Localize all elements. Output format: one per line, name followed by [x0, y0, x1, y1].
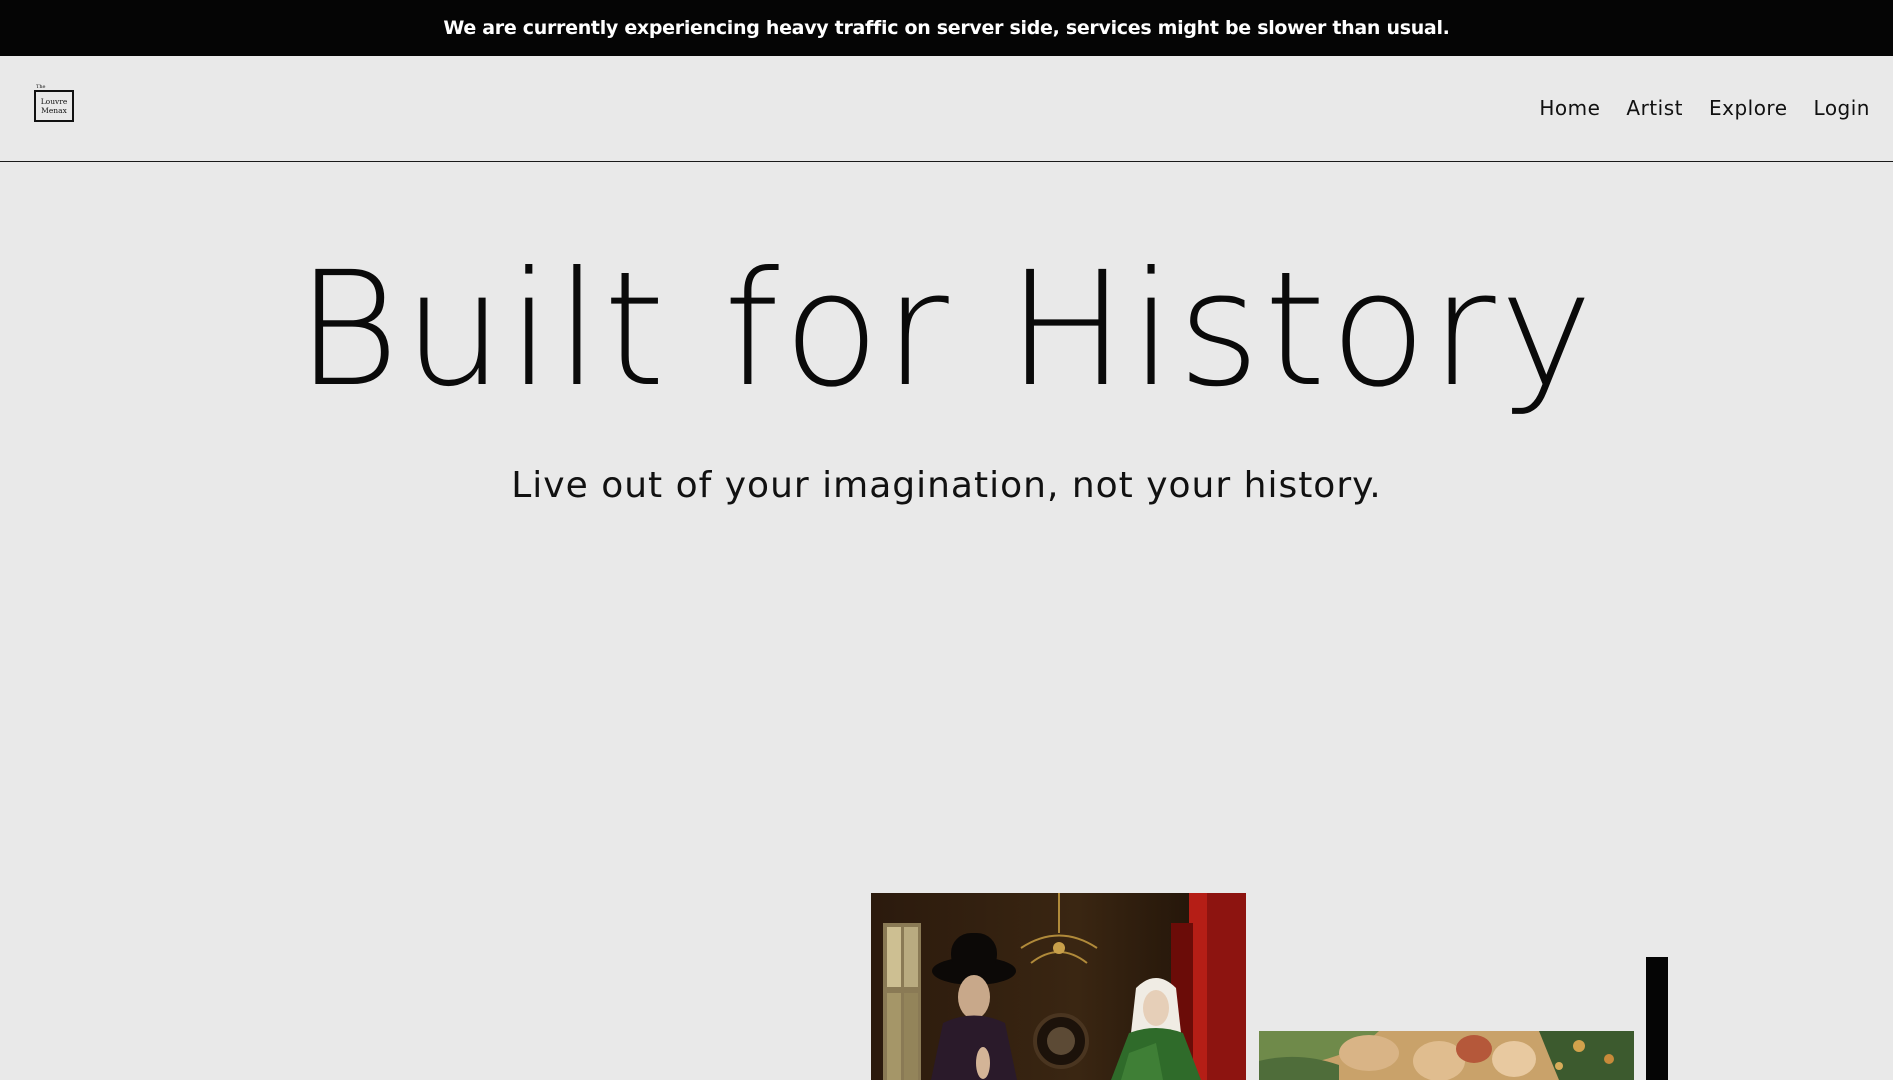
site-logo[interactable]: The Louvre Menax	[34, 84, 74, 124]
landscape-painting-image	[1259, 1031, 1634, 1080]
gallery-black-panel	[1646, 957, 1668, 1080]
hero-subtitle: Live out of your imagination, not your h…	[511, 465, 1382, 506]
gallery-painting-landscape[interactable]	[1259, 1031, 1634, 1080]
nav-explore[interactable]: Explore	[1709, 96, 1788, 120]
page: We are currently experiencing heavy traf…	[0, 0, 1893, 1080]
nav-login[interactable]: Login	[1814, 96, 1870, 120]
logo-box: Louvre Menax	[34, 90, 74, 122]
main-nav: Home Artist Explore Login	[1539, 96, 1870, 120]
logo-line-1: Louvre	[40, 97, 68, 106]
gallery-painting-portrait[interactable]	[871, 893, 1246, 1080]
nav-artist[interactable]: Artist	[1626, 96, 1683, 120]
hero-title: Built for History	[295, 238, 1598, 422]
logo-line-2: Menax	[41, 106, 67, 115]
nav-home[interactable]: Home	[1539, 96, 1600, 120]
announcement-bar: We are currently experiencing heavy traf…	[0, 0, 1893, 56]
site-header: The Louvre Menax Home Artist Explore Log…	[0, 56, 1893, 162]
announcement-text: We are currently experiencing heavy traf…	[443, 17, 1450, 39]
portrait-painting-image	[871, 893, 1246, 1080]
